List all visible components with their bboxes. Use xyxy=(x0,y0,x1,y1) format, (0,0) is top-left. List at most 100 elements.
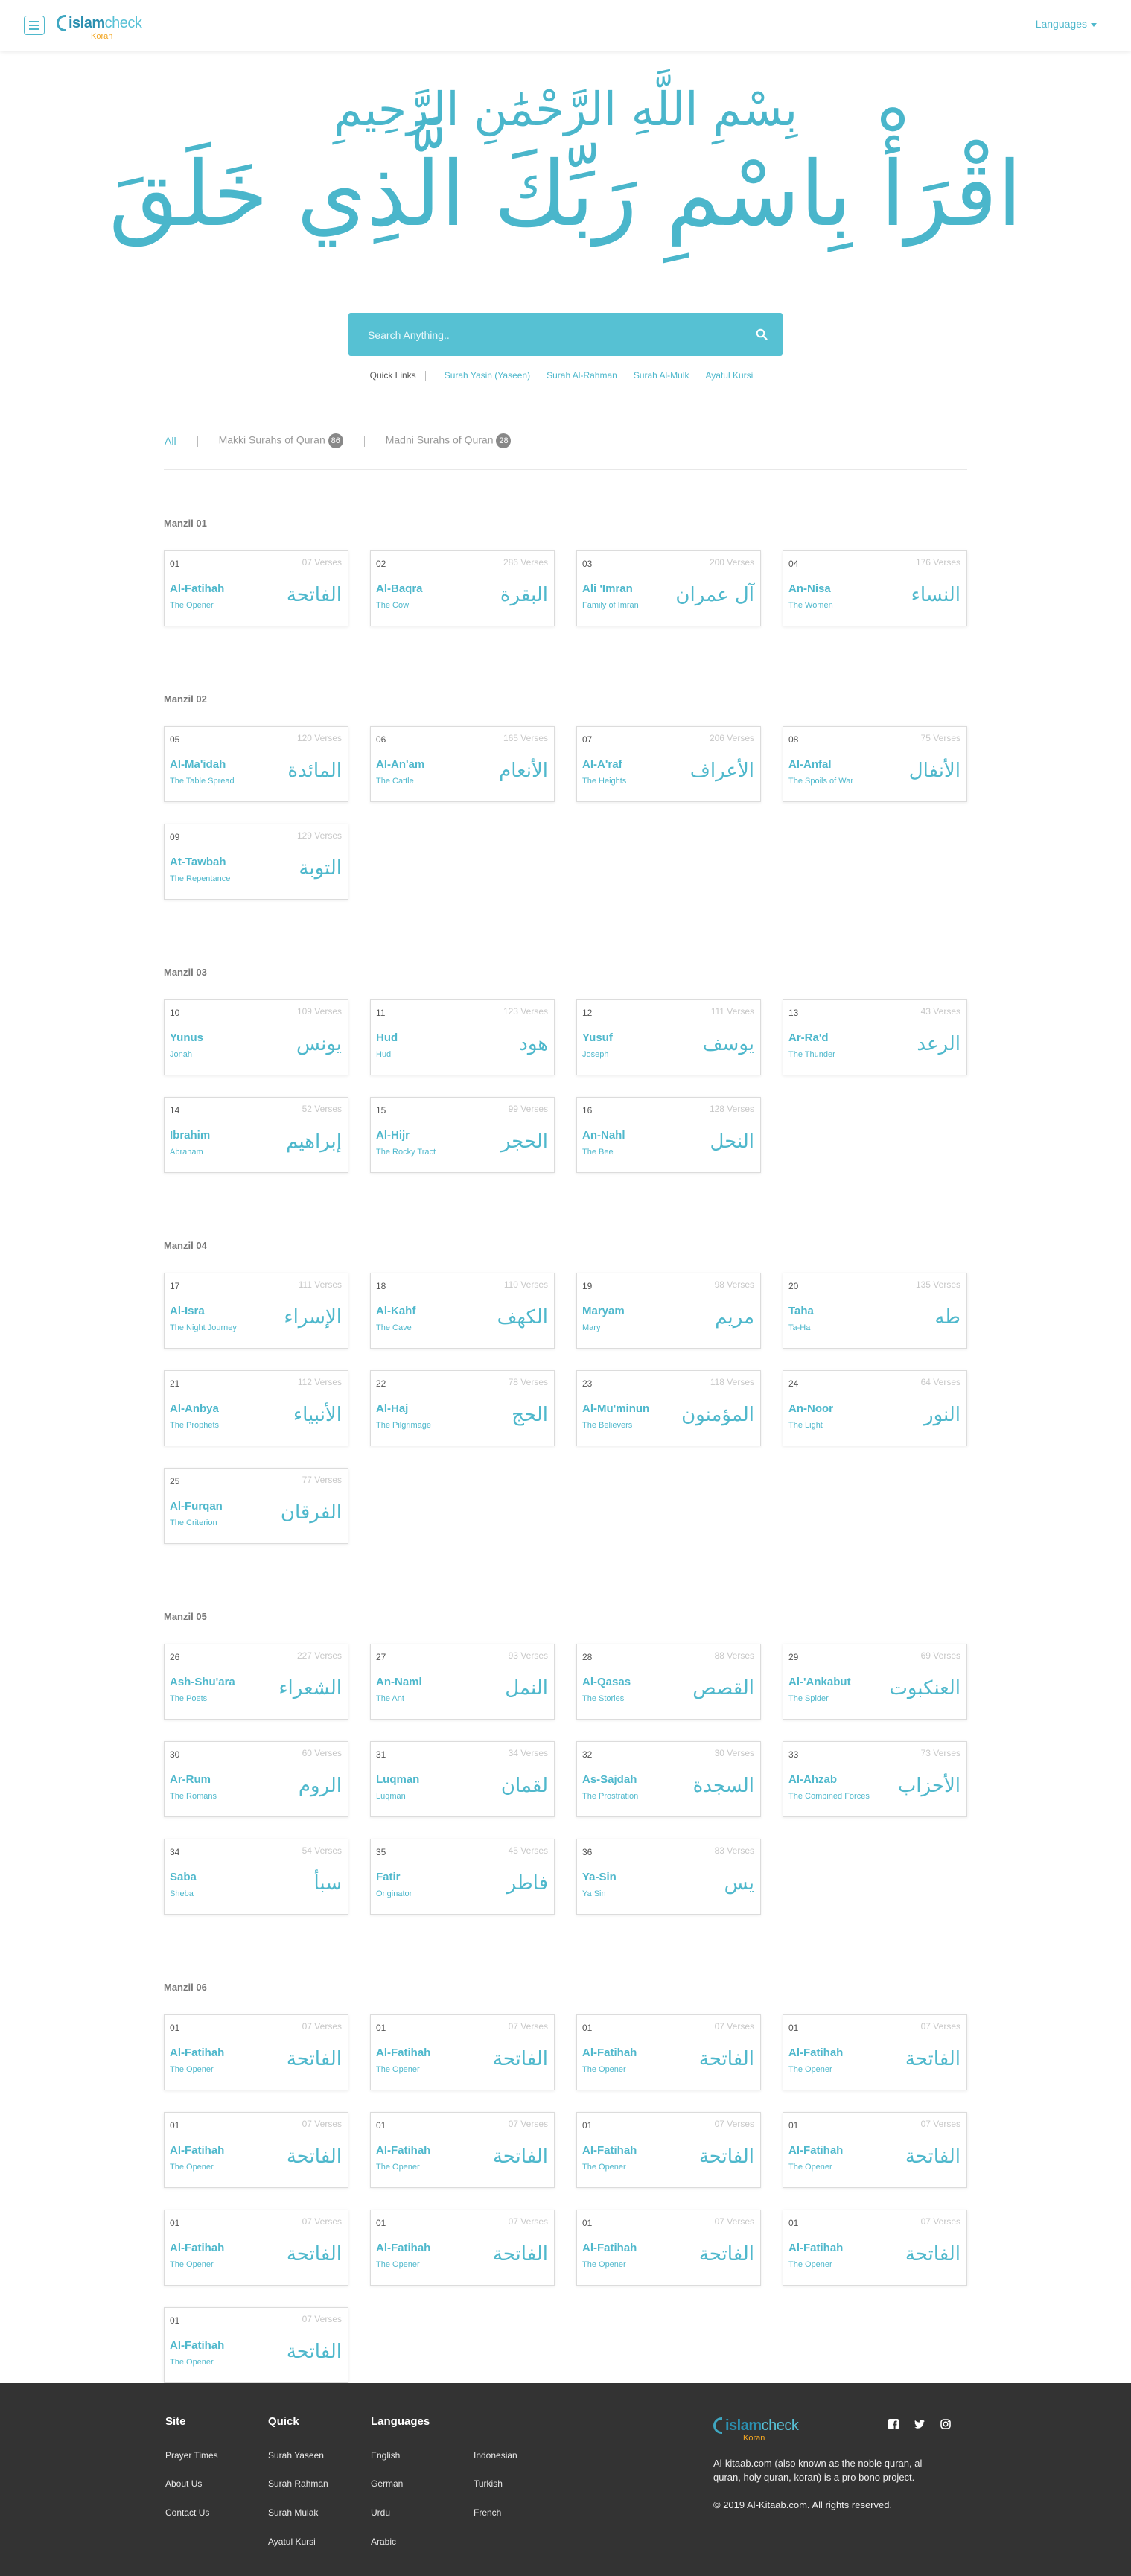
surah-translation: Hud xyxy=(376,1050,392,1059)
surah-card[interactable]: 14 52 Verses Ibrahim Abraham إبراهيم xyxy=(164,1097,348,1173)
surah-card[interactable]: 01 07 Verses Al-Fatihah The Opener الفاتحة xyxy=(164,550,348,626)
surah-name: Maryam xyxy=(582,1305,625,1317)
surah-card[interactable]: 23 118 Verses Al-Mu'minun The Believers المؤ… xyxy=(576,1370,761,1446)
surah-card[interactable]: 01 07 Verses Al-Fatihah The Opener الفاتحة xyxy=(370,2210,555,2286)
footer-link-surah-rahman[interactable]: Surah Rahman xyxy=(268,2478,328,2489)
quick-link-rahman[interactable]: Surah Al-Rahman xyxy=(547,370,617,381)
surah-card[interactable]: 29 69 Verses Al-'Ankabut The Spider العنكبوت xyxy=(783,1644,967,1720)
surah-card[interactable]: 24 64 Verses An-Noor The Light النور xyxy=(783,1370,967,1446)
footer-lang-english[interactable]: English xyxy=(371,2450,400,2461)
surah-card[interactable]: 31 34 Verses Luqman Luqman لقمان xyxy=(370,1741,555,1817)
surah-verse-count: 93 Verses xyxy=(508,1650,548,1661)
surah-card[interactable]: 28 88 Verses Al-Qasas The Stories القصص xyxy=(576,1644,761,1720)
footer-link-contact-us[interactable]: Contact Us xyxy=(165,2507,209,2518)
surah-card[interactable]: 02 286 Verses Al-Baqra The Cow البقرة xyxy=(370,550,555,626)
filter-makki[interactable]: Makki Surahs of Quran 86 xyxy=(219,433,343,448)
surah-card[interactable]: 09 129 Verses At-Tawbah The Repentance التوب… xyxy=(164,824,348,900)
surah-name: Ya-Sin xyxy=(582,1871,617,1883)
surah-card[interactable]: 19 98 Verses Maryam Mary مريم xyxy=(576,1273,761,1349)
surah-number: 01 xyxy=(376,2120,386,2131)
surah-number: 17 xyxy=(170,1281,180,1291)
surah-card[interactable]: 01 07 Verses Al-Fatihah The Opener الفاتحة xyxy=(783,2112,967,2188)
quick-link-ayatul-kursi[interactable]: Ayatul Kursi xyxy=(706,370,754,381)
surah-number: 35 xyxy=(376,1847,386,1857)
filter-all[interactable]: All xyxy=(165,435,176,447)
surah-card[interactable]: 01 07 Verses Al-Fatihah The Opener الفاتحة xyxy=(164,2112,348,2188)
quick-link-mulk[interactable]: Surah Al-Mulk xyxy=(634,370,689,381)
footer-link-surah-yaseen[interactable]: Surah Yaseen xyxy=(268,2450,324,2461)
footer-lang-german[interactable]: German xyxy=(371,2478,403,2489)
surah-card[interactable]: 12 111 Verses Yusuf Joseph يوسف xyxy=(576,999,761,1075)
surah-card[interactable]: 01 07 Verses Al-Fatihah The Opener الفاتحة xyxy=(370,2014,555,2090)
surah-card[interactable]: 33 73 Verses Al-Ahzab The Combined Forces ال… xyxy=(783,1741,967,1817)
surah-card[interactable]: 05 120 Verses Al-Ma'idah The Table Spread ال… xyxy=(164,726,348,802)
surah-card[interactable]: 01 07 Verses Al-Fatihah The Opener الفاتحة xyxy=(370,2112,555,2188)
surah-card[interactable]: 01 07 Verses Al-Fatihah The Opener الفاتحة xyxy=(164,2210,348,2286)
surah-card[interactable]: 15 99 Verses Al-Hijr The Rocky Tract الحجر xyxy=(370,1097,555,1173)
surah-arabic-name: القصص xyxy=(692,1677,754,1699)
surah-card[interactable]: 21 112 Verses Al-Anbya The Prophets الأنبياء xyxy=(164,1370,348,1446)
surah-card[interactable]: 04 176 Verses An-Nisa The Women النساء xyxy=(783,550,967,626)
filter-madni[interactable]: Madni Surahs of Quran 28 xyxy=(386,433,512,448)
surah-card[interactable]: 10 109 Verses Yunus Jonah يونس xyxy=(164,999,348,1075)
surah-card[interactable]: 32 30 Verses As-Sajdah The Prostration السجد… xyxy=(576,1741,761,1817)
footer-lang-turkish[interactable]: Turkish xyxy=(474,2478,503,2489)
surah-card[interactable]: 25 77 Verses Al-Furqan The Criterion الفرقان xyxy=(164,1468,348,1544)
surah-arabic-name: الحجر xyxy=(500,1130,548,1153)
surah-card[interactable]: 34 54 Verses Saba Sheba سبأ xyxy=(164,1839,348,1915)
surah-card[interactable]: 06 165 Verses Al-An'am The Cattle الأنعام xyxy=(370,726,555,802)
twitter-icon[interactable] xyxy=(914,2419,925,2429)
footer-lang-french[interactable]: French xyxy=(474,2507,501,2518)
footer-link-ayatul-kursi[interactable]: Ayatul Kursi xyxy=(268,2537,316,2547)
surah-card[interactable]: 07 206 Verses Al-A'raf The Heights الأعراف xyxy=(576,726,761,802)
surah-card[interactable]: 11 123 Verses Hud Hud هود xyxy=(370,999,555,1075)
surah-card[interactable]: 01 07 Verses Al-Fatihah The Opener الفاتحة xyxy=(576,2014,761,2090)
footer-lang-arabic[interactable]: Arabic xyxy=(371,2537,396,2547)
footer-link-prayer-times[interactable]: Prayer Times xyxy=(165,2450,218,2461)
search-icon[interactable] xyxy=(756,328,768,340)
surah-number: 19 xyxy=(582,1281,593,1291)
surah-verse-count: 200 Verses xyxy=(709,557,754,567)
surah-number: 09 xyxy=(170,832,180,842)
surah-card[interactable]: 17 111 Verses Al-Isra The Night Journey الإس… xyxy=(164,1273,348,1349)
surah-card[interactable]: 01 07 Verses Al-Fatihah The Opener الفاتحة xyxy=(576,2112,761,2188)
footer-link-surah-mulak[interactable]: Surah Mulak xyxy=(268,2507,318,2518)
surah-arabic-name: الفاتحة xyxy=(905,2048,960,2070)
surah-card[interactable]: 18 110 Verses Al-Kahf The Cave الكهف xyxy=(370,1273,555,1349)
surah-card[interactable]: 22 78 Verses Al-Haj The Pilgrimage الحج xyxy=(370,1370,555,1446)
hamburger-menu-button[interactable] xyxy=(24,16,45,35)
surah-arabic-name: الفاتحة xyxy=(492,2146,548,2168)
surah-card[interactable]: 26 227 Verses Ash-Shu'ara The Poets الشعراء xyxy=(164,1644,348,1720)
footer-link-about-us[interactable]: About Us xyxy=(165,2478,202,2489)
surah-card[interactable]: 30 60 Verses Ar-Rum The Romans الروم xyxy=(164,1741,348,1817)
surah-card[interactable]: 01 07 Verses Al-Fatihah The Opener الفاتحة xyxy=(164,2307,348,2383)
surah-card[interactable]: 36 83 Verses Ya-Sin Ya Sin يس xyxy=(576,1839,761,1915)
surah-arabic-name: النور xyxy=(924,1404,960,1426)
surah-card[interactable]: 01 07 Verses Al-Fatihah The Opener الفاتحة xyxy=(783,2014,967,2090)
surah-card[interactable]: 01 07 Verses Al-Fatihah The Opener الفاتحة xyxy=(576,2210,761,2286)
footer-about-text: Al-kitaab.com (also known as the noble q… xyxy=(713,2458,923,2483)
footer-lang-indonesian[interactable]: Indonesian xyxy=(474,2450,517,2461)
footer-lang-urdu[interactable]: Urdu xyxy=(371,2507,390,2518)
surah-card[interactable]: 27 93 Verses An-Naml The Ant النمل xyxy=(370,1644,555,1720)
surah-card[interactable]: 08 75 Verses Al-Anfal The Spoils of War الأن… xyxy=(783,726,967,802)
surah-card[interactable]: 01 07 Verses Al-Fatihah The Opener الفاتحة xyxy=(783,2210,967,2286)
surah-name: Al-Baqra xyxy=(376,582,423,595)
surah-card[interactable]: 16 128 Verses An-Nahl The Bee النحل xyxy=(576,1097,761,1173)
quick-link-yasin[interactable]: Surah Yasin (Yaseen) xyxy=(445,370,530,381)
surah-verse-count: 118 Verses xyxy=(710,1377,754,1387)
facebook-icon[interactable] xyxy=(888,2419,899,2429)
surah-number: 01 xyxy=(788,2023,799,2033)
languages-dropdown[interactable]: Languages xyxy=(1036,18,1097,30)
surah-card[interactable]: 03 200 Verses Ali 'Imran Family of Imran آل … xyxy=(576,550,761,626)
surah-card[interactable]: 13 43 Verses Ar-Ra'd The Thunder الرعد xyxy=(783,999,967,1075)
surah-number: 33 xyxy=(788,1749,799,1760)
surah-card[interactable]: 35 45 Verses Fatir Originator فاطر xyxy=(370,1839,555,1915)
surah-card[interactable]: 20 135 Verses Taha Ta-Ha طه xyxy=(783,1273,967,1349)
instagram-icon[interactable] xyxy=(940,2419,951,2429)
surah-name: Ash-Shu'ara xyxy=(170,1676,235,1688)
surah-name: Al-'Ankabut xyxy=(788,1676,851,1688)
search-input[interactable] xyxy=(366,313,727,357)
surah-translation: The Combined Forces xyxy=(788,1792,870,1801)
surah-card[interactable]: 01 07 Verses Al-Fatihah The Opener الفاتحة xyxy=(164,2014,348,2090)
